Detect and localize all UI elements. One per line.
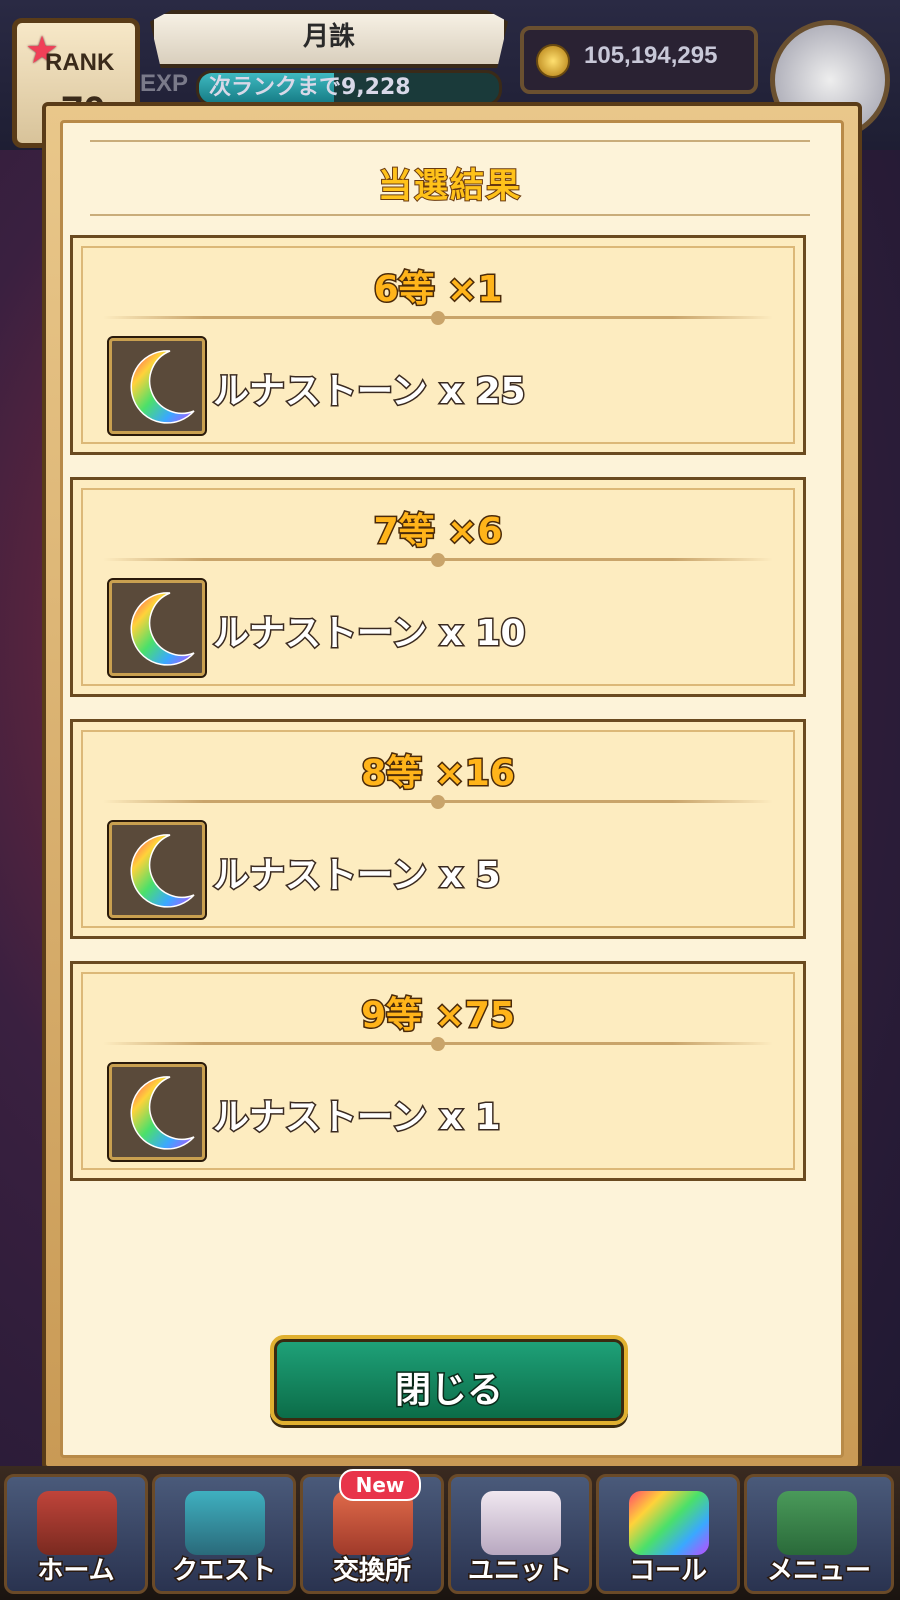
prize-tier: 9等 ×75 bbox=[360, 994, 517, 1038]
prize-panel: 7等 ×6 ルナストーン x 10 bbox=[70, 477, 806, 697]
nav-exchange[interactable]: New 交換所 bbox=[300, 1469, 444, 1594]
nav-unit[interactable]: ユニット bbox=[448, 1474, 592, 1594]
prize-divider bbox=[103, 795, 773, 809]
coin-icon bbox=[536, 44, 570, 78]
exp-label: EXP bbox=[140, 70, 189, 97]
nav-label: ホーム bbox=[36, 1555, 116, 1588]
home-icon bbox=[37, 1491, 117, 1555]
header-divider-top bbox=[90, 140, 810, 142]
prize-item-label: ルナストーン x 25 bbox=[212, 370, 528, 414]
coin-counter[interactable]: 105,194,295 bbox=[520, 26, 758, 94]
nav-quest[interactable]: クエスト bbox=[152, 1474, 296, 1594]
exp-bar: 次ランクまで9,228 bbox=[196, 70, 502, 106]
modal-title: 当選結果 bbox=[377, 165, 522, 207]
coin-amount: 105,194,295 bbox=[584, 42, 718, 69]
exp-text: 次ランクまで9,228 bbox=[209, 75, 411, 100]
nav-label: 交換所 bbox=[331, 1555, 412, 1588]
luna-stone-icon[interactable] bbox=[107, 578, 207, 678]
modal-header: 当選結果 bbox=[90, 140, 810, 222]
menu-book-icon bbox=[777, 1491, 857, 1555]
prize-tier: 6等 ×1 bbox=[372, 268, 504, 312]
luna-stone-icon[interactable] bbox=[107, 1062, 207, 1162]
new-badge: New bbox=[339, 1469, 421, 1501]
prize-divider bbox=[103, 1037, 773, 1051]
nav-call[interactable]: コール bbox=[596, 1474, 740, 1594]
prize-panel: 8等 ×16 ルナストーン x 5 bbox=[70, 719, 806, 939]
player-name-banner[interactable]: 月誅 bbox=[150, 10, 508, 68]
nav-home[interactable]: ホーム bbox=[4, 1474, 148, 1594]
nav-label: ユニット bbox=[466, 1555, 573, 1588]
luna-stone-icon[interactable] bbox=[107, 336, 207, 436]
prize-item-label: ルナストーン x 1 bbox=[212, 1096, 503, 1140]
close-button-label: 閉じる bbox=[393, 1369, 504, 1413]
nav-label: コール bbox=[627, 1555, 708, 1588]
prize-item-label: ルナストーン x 10 bbox=[212, 612, 528, 656]
rank-label: RANK bbox=[45, 49, 115, 76]
prize-tier: 7等 ×6 bbox=[372, 510, 504, 554]
luna-stone-icon[interactable] bbox=[107, 820, 207, 920]
prize-panel: 9等 ×75 ルナストーン x 1 bbox=[70, 961, 806, 1181]
prize-tier: 8等 ×16 bbox=[360, 752, 517, 796]
quest-icon bbox=[185, 1491, 265, 1555]
nav-label: クエスト bbox=[170, 1555, 277, 1588]
player-name: 月誅 bbox=[302, 22, 355, 52]
prize-item-label: ルナストーン x 5 bbox=[212, 854, 503, 898]
call-icon bbox=[629, 1491, 709, 1555]
bottom-nav: ホーム クエスト New 交換所 ユニット コール メニュー bbox=[0, 1466, 900, 1600]
nav-label: メニュー bbox=[765, 1555, 872, 1588]
close-button[interactable]: 閉じる bbox=[270, 1335, 628, 1425]
unit-icon bbox=[481, 1491, 561, 1555]
prize-divider bbox=[103, 311, 773, 325]
prize-panel: 6等 ×1 ルナストーン x 25 bbox=[70, 235, 806, 455]
prize-divider bbox=[103, 553, 773, 567]
header-divider-bottom bbox=[90, 214, 810, 216]
nav-menu[interactable]: メニュー bbox=[744, 1474, 894, 1594]
